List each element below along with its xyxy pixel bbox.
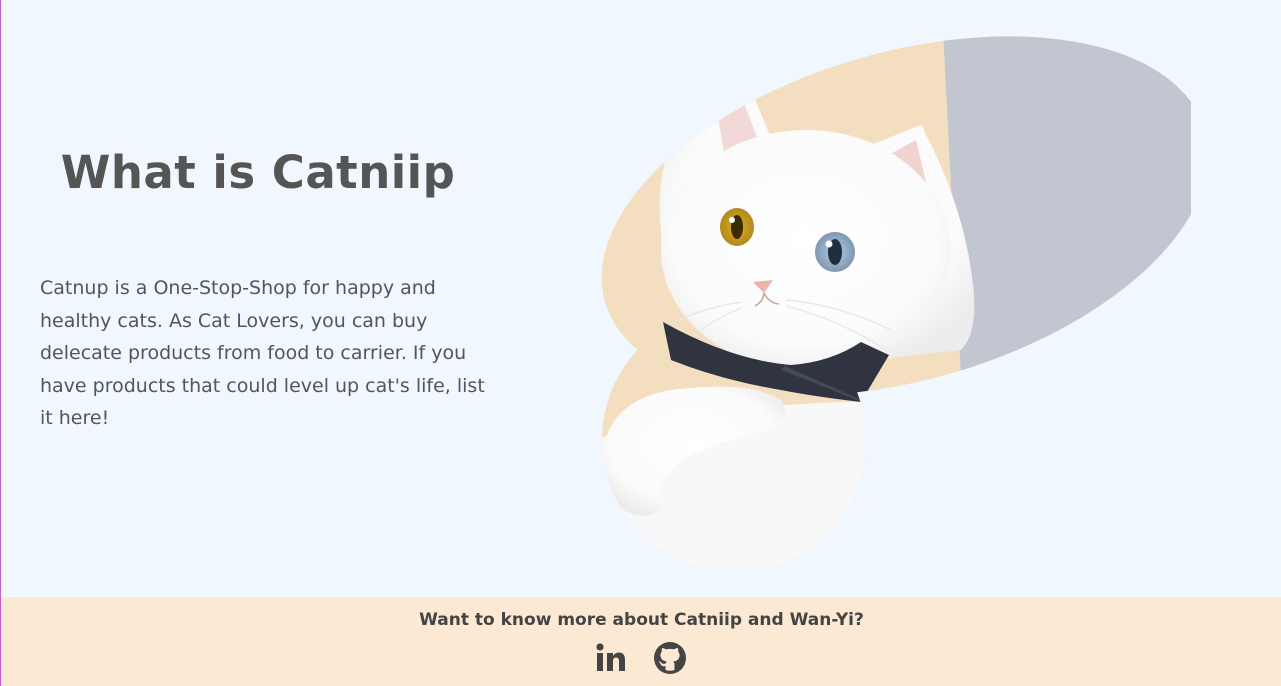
linkedin-icon <box>596 643 625 671</box>
github-link[interactable] <box>653 641 687 675</box>
github-icon <box>654 642 686 674</box>
social-links <box>593 641 687 675</box>
linkedin-link[interactable] <box>593 641 627 675</box>
footer-text: Want to know more about Catniip and Wan-… <box>419 610 864 630</box>
footer: Want to know more about Catniip and Wan-… <box>1 597 1281 686</box>
page-title: What is Catniip <box>60 146 456 199</box>
about-description: Catnup is a One-Stop-Shop for happy and … <box>40 277 485 429</box>
cat-photo <box>559 30 1191 570</box>
hero-cat-image <box>541 30 1191 570</box>
about-section: What is Catniip Catnup is a One-Stop-Sho… <box>1 0 1281 597</box>
